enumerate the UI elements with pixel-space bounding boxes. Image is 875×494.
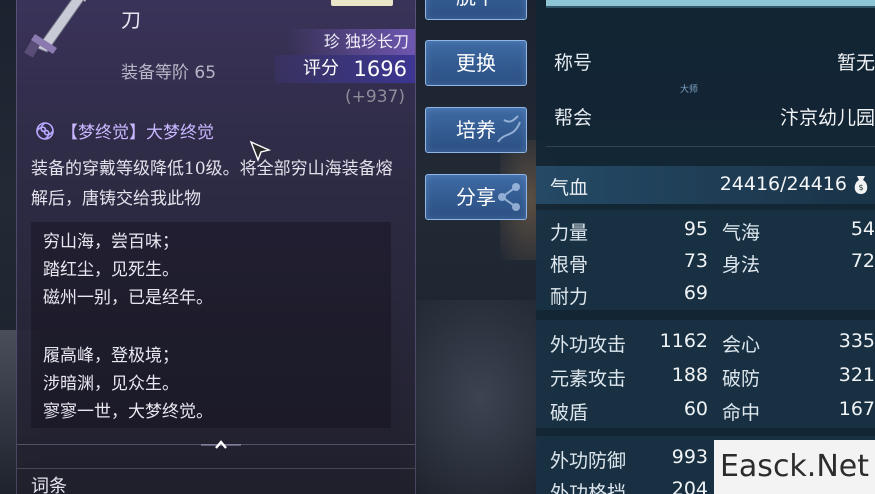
title-value: 暂无 [836, 52, 875, 74]
stat-physical-defense: 外功防御 993 [550, 442, 708, 474]
score-delta: (+937) [345, 87, 405, 107]
set-title: 【梦终觉】大梦终觉 [35, 118, 214, 143]
stat-label: 身法 [722, 254, 761, 276]
combat-attributes-group: 外功攻击 1162 会心 335 元素攻击 188 破防 321 破盾 60 命… [536, 320, 875, 428]
equip-level-value: 65 [194, 63, 217, 83]
stat-label: 气海 [722, 222, 761, 244]
base-attributes-group: 力量 95 气海 54 根骨 73 身法 72 耐力 69 [536, 210, 875, 310]
stat-elemental-attack: 元素攻击 188 [550, 360, 708, 392]
stat-strength: 力量 95 [550, 214, 708, 246]
stat-value: 69 [683, 282, 708, 304]
stat-label: 外功防御 [550, 450, 627, 472]
collapse-button[interactable] [201, 432, 241, 458]
poem-line: 寥寥一世，大梦终觉。 [43, 402, 213, 422]
equipment-detail-panel: 刀 珍 独珍长刀 装备等阶 65 评分 1696 (+937) 【梦终觉】大梦终… [16, 0, 416, 494]
share-button[interactable]: 分享 [425, 174, 527, 220]
poem-line: 磁州一别，已是经年。 [43, 288, 213, 308]
stat-endurance: 耐力 69 [550, 278, 708, 310]
stat-value: 54 [850, 218, 875, 240]
stat-value: 72 [850, 250, 875, 272]
top-tab-stub[interactable] [331, 0, 393, 6]
title-label: 称号 [554, 52, 593, 74]
hp-row: 气血 24416/24416 $ [536, 166, 875, 204]
stat-label: 元素攻击 [550, 368, 627, 390]
stat-label: 力量 [550, 222, 589, 244]
stat-value: 335 [838, 330, 875, 352]
svg-text:$: $ [858, 183, 863, 192]
section-label-entries: 词条 [31, 476, 67, 494]
stat-penetration: 破防 321 [722, 360, 875, 392]
stat-shield-break: 破盾 60 [550, 394, 708, 426]
poem-line: 涉暗渊，见众生。 [43, 374, 179, 394]
stat-label: 破盾 [550, 402, 589, 424]
stat-value: 204 [671, 478, 708, 494]
guild-label: 帮会 [554, 107, 593, 129]
guild-value: 汴京幼儿园 [779, 107, 875, 129]
stat-value: 1162 [659, 330, 708, 352]
unequip-button[interactable]: 脱下 [425, 0, 527, 20]
stat-critical: 会心 335 [722, 326, 875, 358]
stat-value: 993 [671, 446, 708, 468]
rarity-label: 珍 独珍长刀 [287, 29, 415, 55]
stat-value: 188 [671, 364, 708, 386]
section-divider [17, 468, 415, 469]
share-node-icon [498, 183, 520, 211]
stat-label: 会心 [722, 334, 761, 356]
stats-header-underline [546, 6, 875, 8]
set-title-text: 【梦终觉】大梦终觉 [61, 123, 214, 143]
poem-line: 履高峰，登极境； [43, 346, 179, 366]
money-bag-icon[interactable]: $ [851, 174, 871, 196]
train-button-label: 培养 [456, 118, 496, 142]
stat-label: 外功格挡 [550, 482, 627, 494]
stat-value: 95 [683, 218, 708, 240]
stat-constitution: 根骨 73 [550, 246, 708, 278]
stat-agility: 身法 72 [722, 246, 875, 278]
guild-row: 帮会 汴京幼儿园 [536, 89, 875, 147]
dragon-deco-icon [497, 115, 521, 143]
stat-physical-attack: 外功攻击 1162 [550, 326, 708, 358]
stat-label: 耐力 [550, 286, 589, 308]
blade-weapon-icon [23, 0, 103, 60]
stat-qihai: 气海 54 [722, 214, 875, 246]
stat-value: 321 [838, 364, 875, 386]
swap-button[interactable]: 更换 [425, 40, 527, 86]
equip-level-label: 装备等阶 [121, 63, 189, 83]
score-label: 评分 [303, 58, 339, 79]
item-name: 刀 [121, 8, 141, 32]
title-row: 称号 暂无 [536, 34, 875, 88]
hp-value: 24416/24416 [719, 173, 847, 195]
site-watermark: Easck.Net [714, 440, 875, 494]
stat-label: 破防 [722, 368, 761, 390]
train-button[interactable]: 培养 [425, 107, 527, 153]
stat-accuracy: 命中 167 [722, 394, 875, 426]
hp-label: 气血 [550, 177, 589, 199]
poem-line: 踏红尘，见死生。 [43, 260, 179, 280]
equip-level: 装备等阶 65 [121, 58, 216, 83]
stat-value: 60 [683, 398, 708, 420]
stat-label: 命中 [722, 402, 761, 424]
poem-line: 穷山海，尝百味； [43, 232, 179, 252]
character-stats-panel: 称号 暂无 大师 帮会 汴京幼儿园 气血 24416/24416 $ 力量 95… [536, 0, 875, 494]
score-value: 1696 [353, 57, 407, 81]
share-button-label: 分享 [456, 185, 496, 209]
swirl-icon [36, 121, 54, 140]
chevron-up-icon [215, 440, 227, 449]
stat-label: 外功攻击 [550, 334, 627, 356]
stat-label: 根骨 [550, 254, 589, 276]
stat-value: 167 [838, 398, 875, 420]
stat-physical-block: 外功格挡 204 [550, 474, 708, 494]
stat-value: 73 [683, 250, 708, 272]
poem-box: 穷山海，尝百味； 踏红尘，见死生。 磁州一别，已是经年。 履高峰，登极境； 涉暗… [31, 222, 391, 428]
score-bar: 评分 1696 [275, 55, 415, 83]
set-description: 装备的穿戴等级降低10级。将全部穷山海装备熔解后，唐铸交给我此物 [31, 159, 393, 209]
